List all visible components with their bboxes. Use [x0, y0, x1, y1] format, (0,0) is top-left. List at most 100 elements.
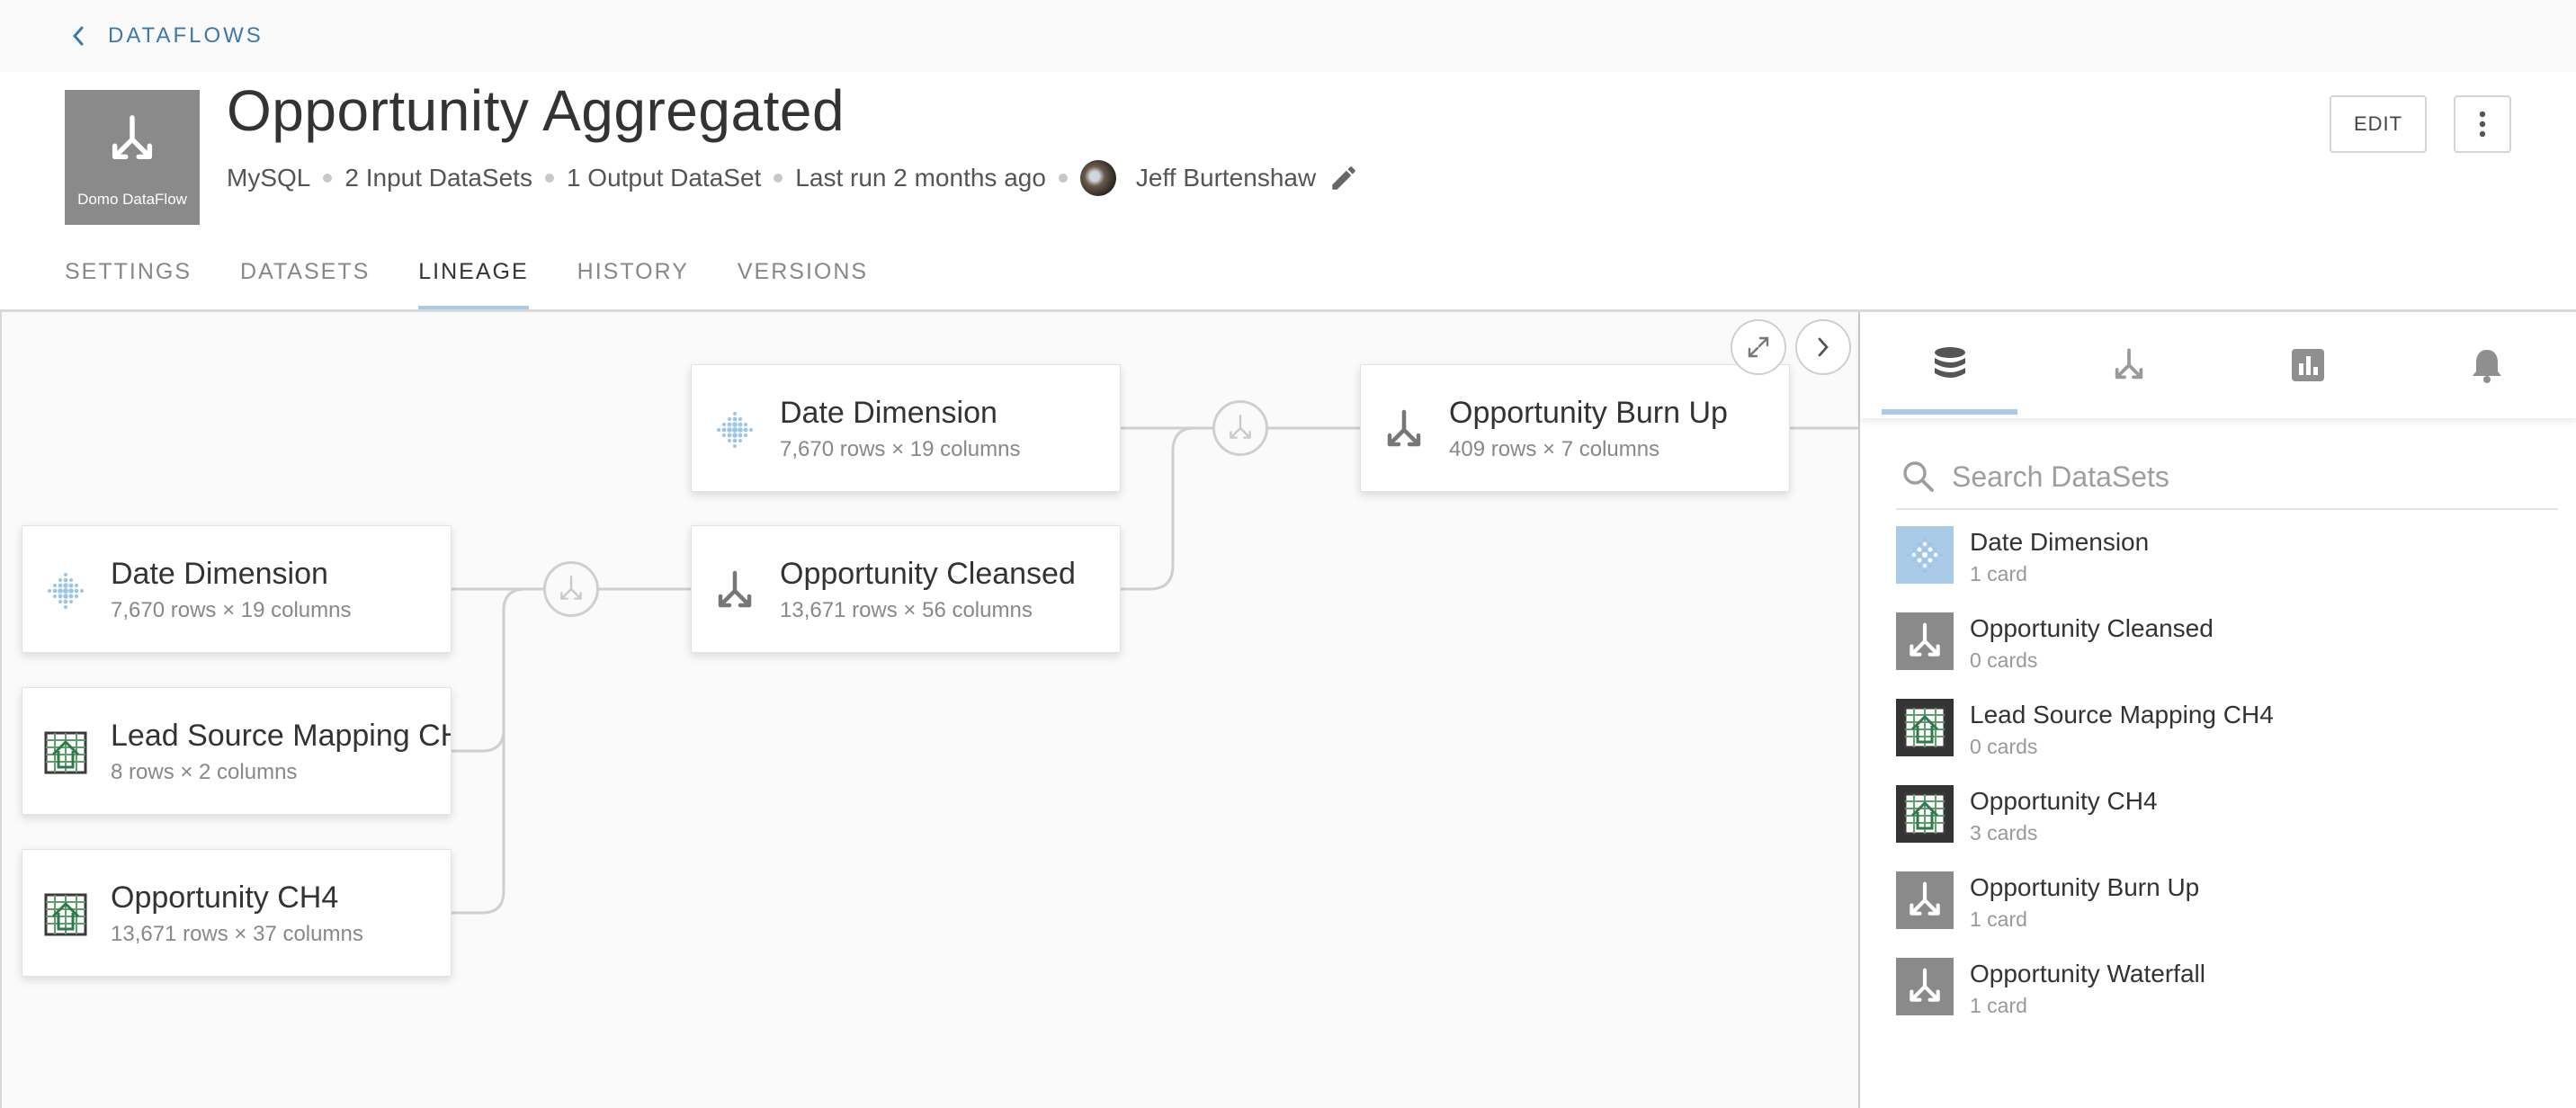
list-item[interactable]: Opportunity Waterfall 1 card	[1896, 954, 2558, 1041]
tab-datasets-panel[interactable]	[1860, 312, 2039, 418]
node-name: Opportunity Burn Up	[1449, 396, 1728, 430]
kebab-menu-icon	[2479, 111, 2486, 138]
search-input[interactable]	[1952, 460, 2527, 494]
tab-history[interactable]: HISTORY	[577, 252, 689, 311]
lineage-node-opportunity-burn-up[interactable]: Opportunity Burn Up 409 rows × 7 columns	[1360, 364, 1790, 492]
edit-button[interactable]: EDIT	[2330, 95, 2427, 153]
dataflow-icon	[713, 569, 756, 612]
back-label: DATAFLOWS	[108, 23, 264, 48]
join-node-2[interactable]	[1212, 400, 1268, 456]
cards-icon	[2291, 349, 2324, 381]
lineage-node-date-dimension[interactable]: Date Dimension 7,670 rows × 19 columns	[22, 525, 452, 653]
page-title: Opportunity Aggregated	[227, 78, 845, 143]
lineage-node-date-dimension-2[interactable]: Date Dimension 7,670 rows × 19 columns	[691, 364, 1121, 492]
avatar[interactable]	[1079, 160, 1116, 196]
card-count: 1 card	[1970, 562, 2027, 585]
date-dimension-icon	[713, 408, 756, 451]
meta-type: MySQL	[227, 164, 311, 192]
more-options-button[interactable]	[2454, 95, 2511, 153]
dataset-name: Opportunity CH4	[1970, 787, 2158, 815]
dataset-name: Opportunity Waterfall	[1970, 960, 2205, 987]
tab-settings[interactable]: SETTINGS	[65, 252, 192, 311]
dataflow-tile-label: Domo DataFlow	[77, 191, 187, 208]
dataflow-join-icon	[556, 574, 586, 604]
webform-icon	[1896, 785, 1954, 843]
dataset-list: Date Dimension 1 card Opportunity Cleans…	[1896, 523, 2558, 1041]
node-name: Opportunity CH4	[111, 880, 339, 915]
card-count: 1 card	[1970, 994, 2027, 1017]
dataflow-icon	[1896, 871, 1954, 929]
webform-icon	[44, 731, 87, 774]
node-info: 7,670 rows × 19 columns	[111, 598, 352, 622]
meta-owner[interactable]: Jeff Burtenshaw	[1136, 164, 1316, 192]
list-item[interactable]: Opportunity Cleansed 0 cards	[1896, 609, 2558, 695]
node-info: 409 rows × 7 columns	[1449, 437, 1660, 461]
meta-outputs[interactable]: 1 Output DataSet	[567, 164, 761, 192]
node-name: Opportunity Cleansed	[780, 557, 1076, 591]
dataflow-icon	[1896, 958, 1954, 1015]
tab-dataflows-panel[interactable]	[2039, 312, 2218, 418]
card-count: 0 cards	[1970, 648, 2038, 672]
list-item[interactable]: Lead Source Mapping CH4 0 cards	[1896, 695, 2558, 782]
dataflow-icon	[1896, 612, 1954, 670]
node-name: Date Dimension	[780, 396, 997, 430]
webform-icon	[44, 893, 87, 936]
dataflow-join-icon	[1225, 413, 1256, 443]
bell-icon	[2472, 350, 2501, 383]
node-info: 8 rows × 2 columns	[111, 760, 298, 784]
list-item[interactable]: Opportunity CH4 3 cards	[1896, 782, 2558, 868]
separator-dot	[774, 174, 783, 183]
datasets-icon	[1934, 347, 1965, 378]
node-info: 7,670 rows × 19 columns	[780, 437, 1021, 461]
pencil-icon[interactable]	[1328, 163, 1359, 193]
fullscreen-button[interactable]	[1731, 319, 1786, 375]
lineage-canvas[interactable]: Date Dimension 7,670 rows × 19 columns L…	[0, 312, 1858, 1108]
join-node-1[interactable]	[543, 561, 599, 617]
node-name: Lead Source Mapping CH4	[111, 719, 452, 753]
date-dimension-icon	[1896, 526, 1954, 584]
lineage-node-lead-source-mapping[interactable]: Lead Source Mapping CH4 8 rows × 2 colum…	[22, 687, 452, 815]
back-to-dataflows-link[interactable]: DATAFLOWS	[72, 20, 264, 52]
card-count: 0 cards	[1970, 735, 2038, 758]
lineage-side-panel: Date Dimension 1 card Opportunity Cleans…	[1858, 312, 2576, 1108]
dataset-name: Opportunity Burn Up	[1970, 873, 2200, 901]
chevron-right-icon	[1818, 337, 1829, 357]
node-name: Date Dimension	[111, 557, 328, 591]
webform-icon	[1896, 699, 1954, 756]
tab-cards-panel[interactable]	[2218, 312, 2397, 418]
chevron-left-icon	[72, 26, 84, 46]
card-count: 1 card	[1970, 907, 2027, 931]
tab-versions[interactable]: VERSIONS	[738, 252, 868, 311]
dataset-search	[1896, 445, 2558, 510]
tab-alerts-panel[interactable]	[2397, 312, 2576, 418]
date-dimension-icon	[44, 569, 87, 612]
lineage-node-opportunity-cleansed[interactable]: Opportunity Cleansed 13,671 rows × 56 co…	[691, 525, 1121, 653]
node-info: 13,671 rows × 37 columns	[111, 922, 363, 946]
expand-icon	[1748, 336, 1769, 358]
separator-dot	[544, 174, 554, 183]
expand-panel-button[interactable]	[1795, 319, 1851, 375]
dataflow-tile: Domo DataFlow	[65, 90, 200, 225]
dataflow-meta: MySQL 2 Input DataSets 1 Output DataSet …	[227, 156, 1359, 200]
dataset-name: Date Dimension	[1970, 528, 2150, 556]
list-item[interactable]: Opportunity Burn Up 1 card	[1896, 868, 2558, 954]
dataflow-header: Domo DataFlow Opportunity Aggregated MyS…	[0, 72, 2576, 311]
dataflow-icon	[1382, 408, 1426, 451]
node-info: 13,671 rows × 56 columns	[780, 598, 1033, 622]
separator-dot	[1058, 174, 1068, 183]
tab-datasets[interactable]: DATASETS	[240, 252, 370, 311]
panel-tabs	[1860, 312, 2576, 418]
meta-last-run: Last run 2 months ago	[795, 164, 1046, 192]
search-icon	[1903, 461, 1934, 492]
card-count: 3 cards	[1970, 821, 2038, 844]
dataflow-icon	[106, 113, 158, 165]
dataflow-tabs: SETTINGS DATASETS LINEAGE HISTORY VERSIO…	[65, 252, 917, 311]
list-item[interactable]: Date Dimension 1 card	[1896, 523, 2558, 609]
dataset-name: Opportunity Cleansed	[1970, 614, 2214, 642]
tab-lineage[interactable]: LINEAGE	[418, 252, 530, 311]
meta-inputs[interactable]: 2 Input DataSets	[344, 164, 532, 192]
separator-dot	[323, 174, 333, 183]
dataset-name: Lead Source Mapping CH4	[1970, 701, 2274, 728]
lineage-node-opportunity-ch4[interactable]: Opportunity CH4 13,671 rows × 37 columns	[22, 849, 452, 977]
dataflows-icon	[2111, 347, 2147, 383]
